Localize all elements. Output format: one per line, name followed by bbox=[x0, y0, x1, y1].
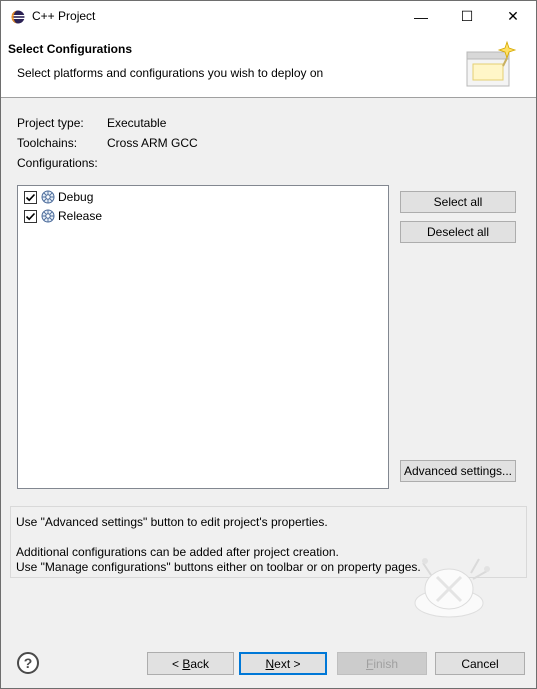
finish-button-mnemonic: F bbox=[365, 656, 374, 671]
project-type-label: Project type: bbox=[17, 116, 84, 130]
help-icon: ? bbox=[23, 655, 33, 671]
debug-checkbox[interactable] bbox=[24, 190, 37, 204]
toolchains-label: Toolchains: bbox=[17, 136, 78, 150]
title-bar[interactable]: C++ Project — ☐ ✕ bbox=[1, 1, 536, 32]
back-button[interactable]: < Back bbox=[147, 652, 234, 675]
wizard-banner-icon bbox=[466, 40, 517, 87]
next-button-label: ext > bbox=[274, 656, 301, 671]
project-type-value: Executable bbox=[107, 116, 167, 130]
checkmark-icon bbox=[25, 193, 36, 201]
next-button[interactable]: Next > bbox=[239, 652, 327, 675]
cancel-button[interactable]: Cancel bbox=[435, 652, 525, 675]
help-button[interactable]: ? bbox=[17, 652, 39, 674]
release-checkbox[interactable] bbox=[24, 209, 37, 223]
configuration-icon bbox=[41, 209, 55, 223]
list-item-release[interactable]: Release bbox=[24, 207, 102, 225]
close-icon: ✕ bbox=[507, 8, 519, 24]
dialog-window: C++ Project — ☐ ✕ Select Configurations … bbox=[0, 0, 537, 689]
window-title: C++ Project bbox=[32, 9, 96, 23]
configuration-name: Debug bbox=[58, 190, 94, 204]
advanced-settings-button[interactable]: Advanced settings... bbox=[400, 460, 516, 482]
maximize-icon: ☐ bbox=[460, 8, 474, 24]
checkmark-icon bbox=[25, 212, 36, 220]
minimize-icon: — bbox=[414, 8, 428, 25]
page-title: Select Configurations bbox=[8, 42, 133, 56]
list-item-debug[interactable]: Debug bbox=[24, 188, 93, 206]
maximize-button[interactable]: ☐ bbox=[444, 1, 490, 32]
minimize-button[interactable]: — bbox=[398, 1, 444, 32]
next-button-mnemonic: N bbox=[265, 656, 275, 671]
finish-button-label: inish bbox=[373, 656, 399, 671]
back-button-prefix: < bbox=[171, 656, 183, 671]
deselect-all-button[interactable]: Deselect all bbox=[400, 221, 516, 243]
wizard-banner: Select Configurations Select platforms a… bbox=[1, 32, 536, 98]
finish-button[interactable]: Finish bbox=[337, 652, 427, 675]
help-text-line: Use "Advanced settings" button to edit p… bbox=[16, 515, 328, 529]
help-text-line: Use "Manage configurations" buttons eith… bbox=[16, 560, 421, 574]
eclipse-icon bbox=[11, 10, 25, 24]
help-text-line: Additional configurations can be added a… bbox=[16, 545, 339, 559]
configuration-icon bbox=[41, 190, 55, 204]
select-all-button[interactable]: Select all bbox=[400, 191, 516, 213]
toolchains-value: Cross ARM GCC bbox=[107, 136, 198, 150]
back-button-mnemonic: B bbox=[182, 656, 191, 671]
wizard-watermark-icon bbox=[414, 558, 490, 618]
configurations-list[interactable]: Debug Release bbox=[17, 185, 389, 489]
back-button-label: ack bbox=[190, 656, 210, 671]
close-button[interactable]: ✕ bbox=[490, 1, 536, 32]
configurations-label: Configurations: bbox=[17, 156, 98, 170]
configuration-name: Release bbox=[58, 209, 103, 223]
page-description: Select platforms and configurations you … bbox=[17, 66, 324, 80]
